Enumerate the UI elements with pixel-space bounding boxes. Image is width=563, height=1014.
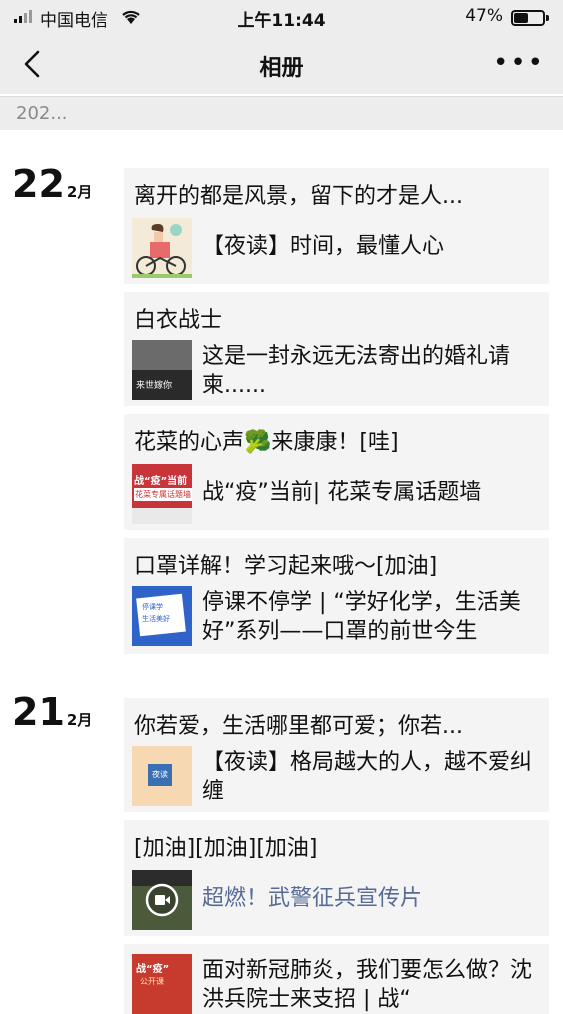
post-thumbnail <box>132 870 192 930</box>
date-label: 22 2月 <box>12 162 92 206</box>
post-card[interactable]: 离开的都是风景，留下的才是人... 【夜读】时间，最懂人心 <box>124 168 549 284</box>
post-caption: 花菜的心声🥦来康康！[哇] <box>134 430 399 455</box>
month-label: 2月 <box>66 711 93 729</box>
more-button[interactable]: ••• <box>493 50 545 76</box>
post-thumbnail <box>132 218 192 278</box>
month-label: 2月 <box>66 183 93 201</box>
post-caption: [加油][加油][加油] <box>134 836 318 861</box>
post-card[interactable]: 白衣战士 来世嫁你 这是一封永远无法寄出的婚礼请柬...... <box>124 292 549 406</box>
post-thumbnail: 停课学 生活美好 <box>132 586 192 646</box>
post-card[interactable]: 你若爱，生活哪里都可爱；你若... 夜读 【夜读】格局越大的人，越不爱纠缠 <box>124 698 549 812</box>
link-title: 超燃！武警征兵宣传片 <box>202 886 423 911</box>
link-title: 【夜读】格局越大的人，越不爱纠缠 <box>202 750 533 804</box>
date-label: 21 2月 <box>12 690 92 734</box>
post-caption: 离开的都是风景，留下的才是人... <box>134 184 463 209</box>
post-card[interactable]: 战“疫” 公开课 面对新冠肺炎，我们要怎么做？沈洪兵院士来支招 | 战“ <box>124 944 549 1014</box>
day-number: 22 <box>12 162 65 206</box>
link-title: 这是一封永远无法寄出的婚礼请柬...... <box>202 344 511 398</box>
link-title: 【夜读】时间，最懂人心 <box>202 234 445 259</box>
post-caption: 口罩详解！学习起来哦～[加油] <box>134 554 438 579</box>
navigation-bar: 相册 ••• <box>0 36 563 94</box>
post-card[interactable]: 花菜的心声🥦来康康！[哇] 战“疫”当前 花菜专属话题墙 战“疫”当前| 花菜专… <box>124 414 549 530</box>
link-title: 战“疫”当前| 花菜专属话题墙 <box>202 480 482 505</box>
post-card[interactable]: [加油][加油][加油] 超燃！武警征兵宣传片 <box>124 820 549 936</box>
day-number: 21 <box>12 690 65 734</box>
battery-icon <box>511 10 549 26</box>
post-card[interactable]: 口罩详解！学习起来哦～[加油] 停课学 生活美好 停课不停学 | “学好化学，生… <box>124 538 549 654</box>
link-title: 停课不停学 | “学好化学，生活美好”系列——口罩的前世今生 <box>202 590 521 644</box>
post-caption: 白衣战士 <box>134 308 223 333</box>
page-title: 相册 <box>259 56 304 81</box>
post-thumbnail: 来世嫁你 <box>132 340 192 400</box>
post-thumbnail: 战“疫”当前 花菜专属话题墙 <box>132 464 192 524</box>
battery-percent: 47% <box>465 6 503 26</box>
link-title: 面对新冠肺炎，我们要怎么做？沈洪兵院士来支招 | 战“ <box>202 958 533 1012</box>
status-bar: 中国电信 上午11:44 47% <box>0 0 563 36</box>
post-thumbnail: 战“疫” 公开课 <box>132 954 192 1014</box>
post-thumbnail: 夜读 <box>132 746 192 806</box>
post-caption: 你若爱，生活哪里都可爱；你若... <box>134 714 463 739</box>
year-header: 202... <box>0 96 563 130</box>
video-play-icon <box>145 883 179 917</box>
